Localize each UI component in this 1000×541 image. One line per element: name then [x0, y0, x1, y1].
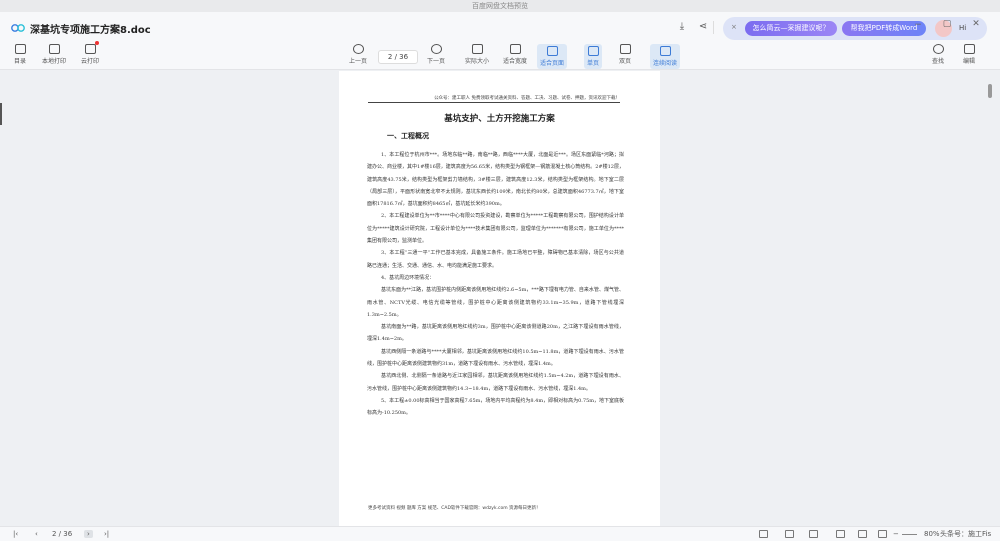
paragraph: 基坑西侧隔一条道路与****大厦相邻，基坑距离该侧用地红线约10.5m~11.8… — [367, 348, 624, 368]
paragraph: 基坑东面为**江路，基坑围护桩内侧距离该侧用地红线约2.6~5m，***路下埋有… — [367, 287, 624, 318]
toc-icon — [14, 44, 26, 54]
prev-page-icon[interactable]: ‹ — [35, 530, 38, 538]
sidebar-collapse-handle[interactable] — [0, 103, 2, 125]
fit-page-status-icon[interactable] — [759, 530, 768, 538]
actual-size-button[interactable]: 实际大小 — [465, 44, 489, 65]
actual-size-icon — [471, 44, 483, 54]
fit-width-button[interactable]: 适合宽度 — [503, 44, 527, 65]
toolbar: 目录 本地打印 云打印 上一页 2 / 36 下一页 实际大小 适合宽度 适合页… — [0, 41, 1000, 70]
header-rule — [368, 102, 620, 103]
fit-width-icon — [509, 44, 521, 54]
vertical-scrollbar[interactable] — [988, 84, 992, 98]
find-button[interactable]: 查找 — [932, 44, 944, 65]
cloud-print-button[interactable]: 云打印 — [81, 41, 99, 65]
double-page-icon — [619, 44, 631, 54]
document-filename: 深基坑专项施工方案8.doc — [30, 25, 151, 36]
paragraph: 4、基坑周边环境情况： — [381, 274, 435, 281]
page-header: 公众号：建工职人 免费领取考试通关资料、答题、工决、习题、试卷、押题，资讯欢迎下… — [434, 96, 620, 101]
baidu-netdisk-logo-icon — [11, 24, 25, 32]
prev-page-button[interactable]: 上一页 — [349, 44, 367, 65]
paragraph: 5、本工程±0.00标高相当于国家高程7.65m，场地内平均高程约为8.4m，即… — [367, 397, 624, 417]
section-heading: 一、工程概况 — [387, 131, 429, 140]
edit-button[interactable]: 编辑 — [963, 44, 975, 65]
page-footer: 更多考试资料 视频 题库 方案 规范、CAD软件下载官网：wdzyk.com 资… — [368, 506, 541, 511]
continuous-status-icon[interactable] — [836, 530, 845, 538]
zoom-level[interactable]: 80% — [924, 530, 940, 538]
watermark-text: 头条号：施工Fis — [940, 530, 992, 538]
paragraph: 1、本工程位于杭州市***。场地东临**路，南临**路，西临****大厦，北面是… — [367, 152, 624, 208]
next-page-icon[interactable]: › — [84, 530, 93, 538]
fit-page-icon — [546, 46, 558, 56]
page-number-input[interactable]: 2 / 36 — [378, 50, 418, 64]
single-page-button[interactable]: 单页 — [584, 44, 603, 69]
ai-greeting[interactable]: Hi — [959, 24, 966, 32]
double-page-status-icon[interactable] — [809, 530, 818, 538]
first-page-icon[interactable]: |‹ — [13, 530, 18, 538]
minimize-icon[interactable]: − — [912, 20, 924, 30]
rotate-status-icon[interactable] — [858, 530, 867, 538]
double-page-button[interactable]: 双页 — [619, 44, 631, 65]
fit-page-button[interactable]: 适合页面 — [537, 44, 568, 69]
top-bar: 深基坑专项施工方案8.doc ⤓ ⋖ × 怎么简云—采掘建议呢？ 帮我把PDF转… — [0, 12, 1000, 43]
fullscreen-status-icon[interactable] — [878, 530, 887, 538]
document-body: 1、本工程位于杭州市***。场地东临**路，南临**路，西临****大厦，北面是… — [367, 149, 624, 420]
share-icon[interactable]: ⋖ — [697, 21, 709, 33]
zoom-slider[interactable] — [902, 534, 917, 535]
paragraph: 3、本工程“三通一平”工作已基本完成，具备施工条件。施工场地已平整，障碍物已基本… — [367, 250, 624, 269]
paragraph: 基坑西北侧、北侧隔一条道路与近江家园相邻，基坑距离该侧用地红线约1.5m~4.2… — [367, 373, 624, 392]
pencil-icon — [963, 44, 975, 54]
next-page-button[interactable]: 下一页 — [427, 44, 445, 65]
single-page-icon — [587, 46, 599, 56]
ai-suggest-button[interactable]: 怎么简云—采掘建议呢？ — [745, 21, 837, 36]
document-title: 基坑支护、土方开挖施工方案 — [444, 114, 555, 124]
close-window-icon[interactable]: ✕ — [970, 19, 982, 29]
print-icon — [48, 44, 60, 54]
status-page-number[interactable]: 2 / 36 — [52, 530, 72, 538]
local-print-button[interactable]: 本地打印 — [42, 44, 66, 65]
download-icon[interactable]: ⤓ — [676, 21, 688, 33]
continuous-read-button[interactable]: 连续阅读 — [650, 44, 681, 69]
cloud-print-icon — [84, 41, 99, 54]
zoom-out-icon[interactable]: − — [893, 530, 899, 538]
next-page-icon — [430, 44, 442, 54]
ai-close-icon[interactable]: × — [731, 23, 737, 31]
document-page: 公众号：建工职人 免费领取考试通关资料、答题、工决、习题、试卷、押题，资讯欢迎下… — [339, 71, 660, 526]
toc-button[interactable]: 目录 — [14, 44, 26, 65]
single-page-status-icon[interactable] — [785, 530, 794, 538]
status-bar: |‹ ‹ 2 / 36 › ›| − 80% 头条号：施工Fis — [0, 526, 1000, 541]
window-title: 百度网盘文档预览 — [0, 0, 1000, 12]
prev-page-icon — [352, 44, 364, 54]
last-page-icon[interactable]: ›| — [104, 530, 109, 538]
maximize-icon[interactable]: ▢ — [941, 19, 953, 29]
paragraph: 2、本工程建设单位为**市****中心有限公司投资建设，勘察单位为*****工程… — [367, 213, 624, 245]
search-icon — [932, 44, 944, 54]
continuous-read-icon — [659, 46, 671, 56]
paragraph: 基坑南面为**路，基坑距离该侧用地红线约3m，围护桩中心距离该侧道路20m，之江… — [367, 324, 624, 343]
